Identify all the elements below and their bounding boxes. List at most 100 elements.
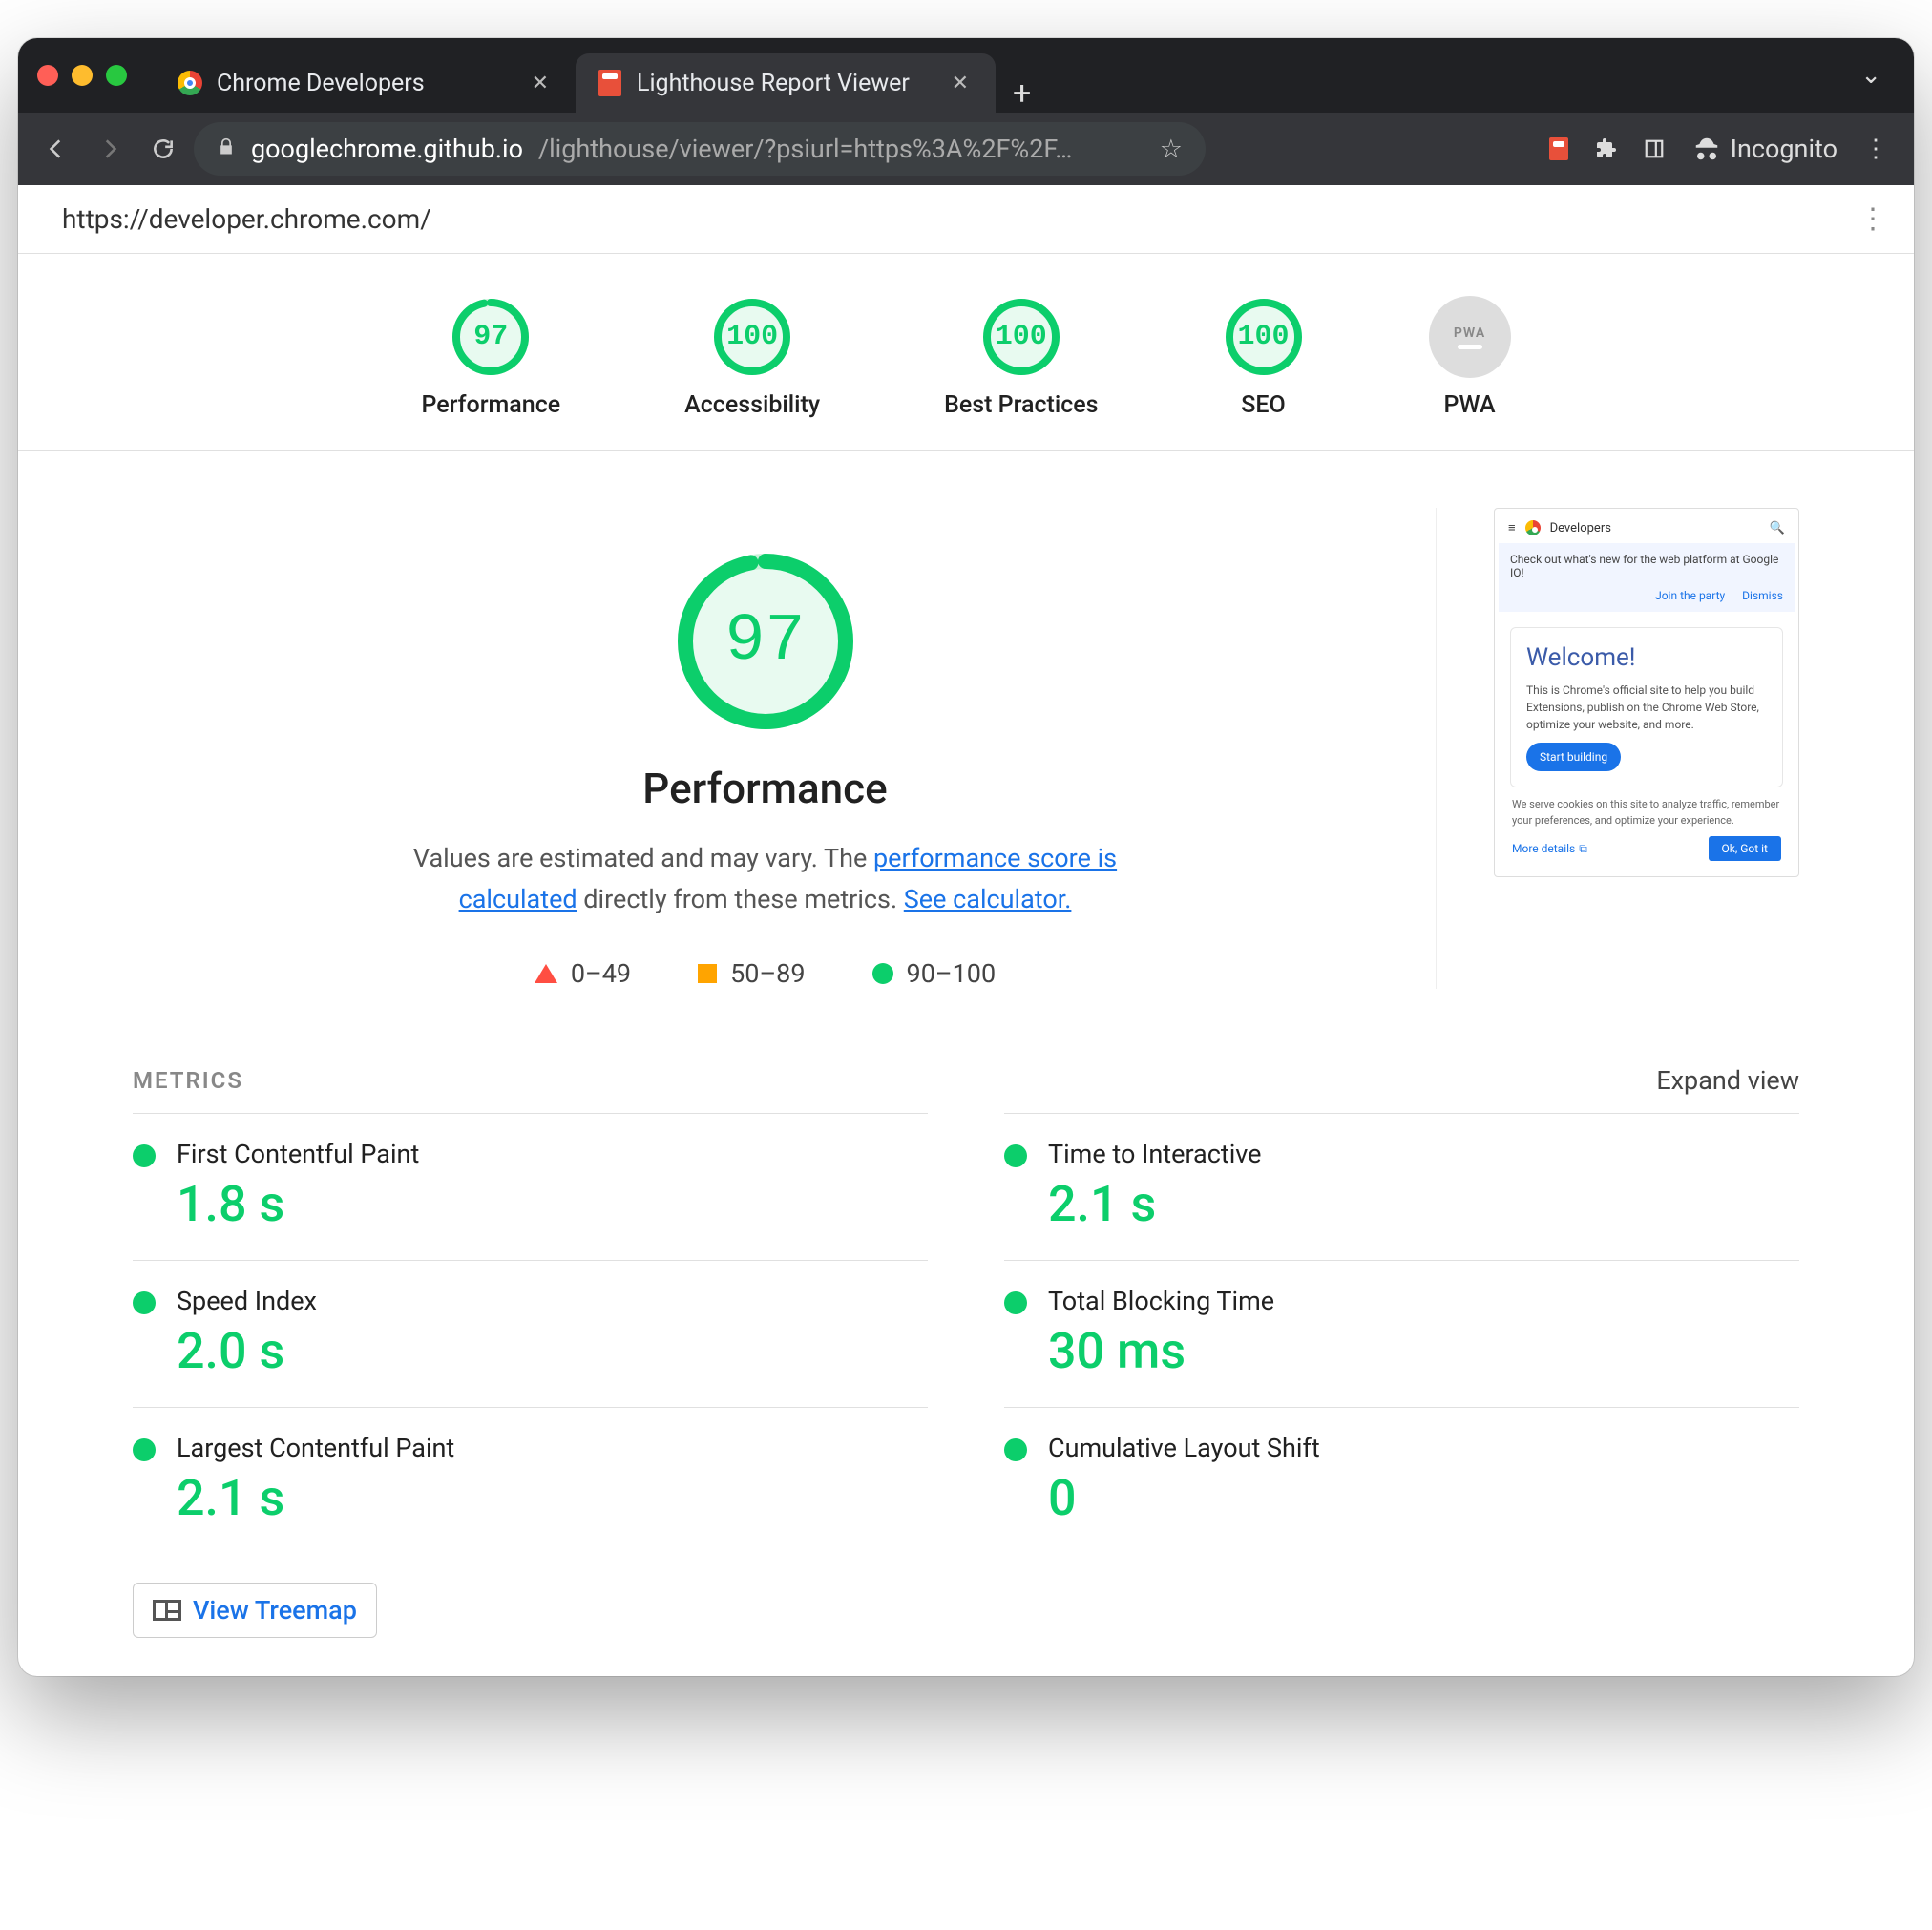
menu-icon[interactable]: ⋮: [1853, 126, 1899, 172]
tab-title: Chrome Developers: [217, 70, 513, 97]
tab-chrome-developers[interactable]: Chrome Developers ✕: [156, 53, 576, 113]
expand-view-toggle[interactable]: Expand view: [1656, 1065, 1799, 1096]
side-panel-icon[interactable]: [1631, 126, 1677, 172]
gauge-seo[interactable]: 100 SEO: [1223, 296, 1305, 419]
gauge-best-practices[interactable]: 100 Best Practices: [944, 296, 1098, 419]
gauge-performance[interactable]: 97 Performance: [421, 296, 560, 419]
metric-name: Speed Index: [177, 1286, 317, 1316]
report-body: 97 Performance Values are estimated and …: [18, 451, 1914, 1676]
address-bar[interactable]: googlechrome.github.io/lighthouse/viewer…: [194, 122, 1206, 176]
url-host: googlechrome.github.io: [251, 134, 523, 164]
gauge-score: 97: [450, 296, 532, 378]
forward-button[interactable]: [87, 126, 133, 172]
circle-icon: [872, 963, 893, 984]
lock-icon: [217, 134, 236, 164]
thumb-banner-dismiss: Dismiss: [1742, 589, 1783, 602]
metric-speed-index: Speed Index 2.0 s: [133, 1260, 928, 1407]
url-path: /lighthouse/viewer/?psiurl=https%3A%2F%2…: [538, 134, 1144, 164]
minimize-window-button[interactable]: [72, 65, 93, 86]
thumb-cookie-more: More details ⧉: [1512, 842, 1587, 856]
status-dot-icon: [1004, 1144, 1027, 1167]
status-dot-icon: [1004, 1438, 1027, 1461]
gauge-label: Accessibility: [684, 391, 820, 419]
gauge-score: 100: [980, 296, 1062, 378]
legend-pass: 90–100: [872, 958, 997, 989]
hamburger-icon: ≡: [1508, 520, 1516, 535]
new-tab-button[interactable]: +: [996, 74, 1048, 113]
tab-lighthouse-viewer[interactable]: Lighthouse Report Viewer ✕: [576, 53, 996, 113]
see-calculator-link[interactable]: See calculator.: [904, 884, 1072, 914]
browser-window: Chrome Developers ✕ Lighthouse Report Vi…: [18, 38, 1914, 1676]
metric-lcp: Largest Contentful Paint2.1 s: [133, 1407, 928, 1554]
thumb-welcome-title: Welcome!: [1526, 643, 1767, 672]
gauge-score: 100: [711, 296, 793, 378]
performance-big-score: 97: [670, 546, 861, 737]
performance-title: Performance: [642, 764, 887, 813]
incognito-label: Incognito: [1731, 134, 1838, 164]
reload-button[interactable]: [140, 126, 186, 172]
gauge-accessibility[interactable]: 100 Accessibility: [684, 296, 820, 419]
tab-title: Lighthouse Report Viewer: [637, 70, 933, 97]
metric-name: Largest Contentful Paint: [177, 1433, 454, 1463]
performance-summary: 97 Performance Values are estimated and …: [133, 508, 1437, 989]
metric-tbt: Total Blocking Time 30 ms: [1004, 1260, 1799, 1407]
lighthouse-extension-icon[interactable]: [1536, 126, 1582, 172]
gauge-label: SEO: [1241, 391, 1285, 419]
maximize-window-button[interactable]: [106, 65, 127, 86]
titlebar: Chrome Developers ✕ Lighthouse Report Vi…: [18, 38, 1914, 113]
status-dot-icon: [133, 1291, 156, 1314]
report-menu-icon[interactable]: ⋮: [1858, 202, 1887, 236]
lighthouse-favicon-icon: [597, 70, 623, 96]
chrome-favicon-icon: [177, 70, 203, 96]
square-icon: [698, 964, 717, 983]
metric-fcp: First Contentful Paint 1.8 s: [133, 1113, 928, 1260]
status-dot-icon: [1004, 1291, 1027, 1314]
legend-fail: 0–49: [535, 958, 631, 989]
metric-name: First Contentful Paint: [177, 1139, 419, 1169]
metric-value: 2.1 s: [1048, 1175, 1262, 1233]
lighthouse-appbar: https://developer.chrome.com/ ⋮: [18, 185, 1914, 254]
extensions-icon[interactable]: [1584, 126, 1629, 172]
search-icon: 🔍: [1770, 521, 1785, 535]
back-button[interactable]: [33, 126, 79, 172]
metric-value: 30 ms: [1048, 1322, 1274, 1380]
score-legend: 0–49 50–89 90–100: [535, 958, 996, 989]
gauge-score: 100: [1223, 296, 1305, 378]
bookmark-star-icon[interactable]: ☆: [1160, 134, 1183, 164]
performance-hero: 97 Performance Values are estimated and …: [133, 508, 1799, 989]
metric-name: Cumulative Layout Shift: [1048, 1433, 1320, 1463]
close-tab-icon[interactable]: ✕: [946, 66, 975, 101]
chevron-down-icon[interactable]: ⌄: [1847, 61, 1895, 90]
window-controls: [37, 65, 127, 86]
gauge-label: Best Practices: [944, 391, 1098, 419]
performance-big-gauge: 97: [670, 546, 861, 737]
thumb-welcome-card: Welcome! This is Chrome's official site …: [1510, 627, 1783, 787]
metrics-grid: First Contentful Paint 1.8 s Time to Inte…: [133, 1113, 1799, 1554]
performance-description: Values are estimated and may vary. The p…: [412, 838, 1119, 920]
thumb-welcome-body: This is Chrome's official site to help y…: [1526, 682, 1767, 733]
view-treemap-button[interactable]: View Treemap: [133, 1583, 377, 1638]
thumb-cookie-ok: Ok, Got it: [1709, 836, 1781, 861]
gauge-label: Performance: [421, 391, 560, 419]
gauge-label: PWA: [1444, 391, 1496, 419]
status-dot-icon: [133, 1438, 156, 1461]
metric-value: 0: [1048, 1469, 1320, 1527]
metric-name: Total Blocking Time: [1048, 1286, 1274, 1316]
metric-value: 2.0 s: [177, 1322, 317, 1380]
toolbar-icons: Incognito ⋮: [1536, 126, 1899, 172]
triangle-icon: [535, 964, 557, 983]
incognito-indicator[interactable]: Incognito: [1679, 134, 1851, 164]
tab-strip: Chrome Developers ✕ Lighthouse Report Vi…: [156, 38, 1847, 113]
category-summary: 97 Performance 100 Accessibility 100 Bes…: [18, 254, 1914, 451]
pwa-badge-text: PWA: [1454, 325, 1485, 341]
thumb-banner-join: Join the party: [1655, 589, 1725, 602]
gauge-pwa[interactable]: PWA PWA: [1429, 296, 1511, 419]
metric-cls: Cumulative Layout Shift 0: [1004, 1407, 1799, 1554]
treemap-label: View Treemap: [193, 1595, 357, 1626]
metric-value: 1.8 s: [177, 1175, 419, 1233]
status-dot-icon: [133, 1144, 156, 1167]
metric-tti: Time to Interactive2.1 s: [1004, 1113, 1799, 1260]
close-window-button[interactable]: [37, 65, 58, 86]
toolbar: googlechrome.github.io/lighthouse/viewer…: [18, 113, 1914, 185]
close-tab-icon[interactable]: ✕: [526, 66, 555, 101]
